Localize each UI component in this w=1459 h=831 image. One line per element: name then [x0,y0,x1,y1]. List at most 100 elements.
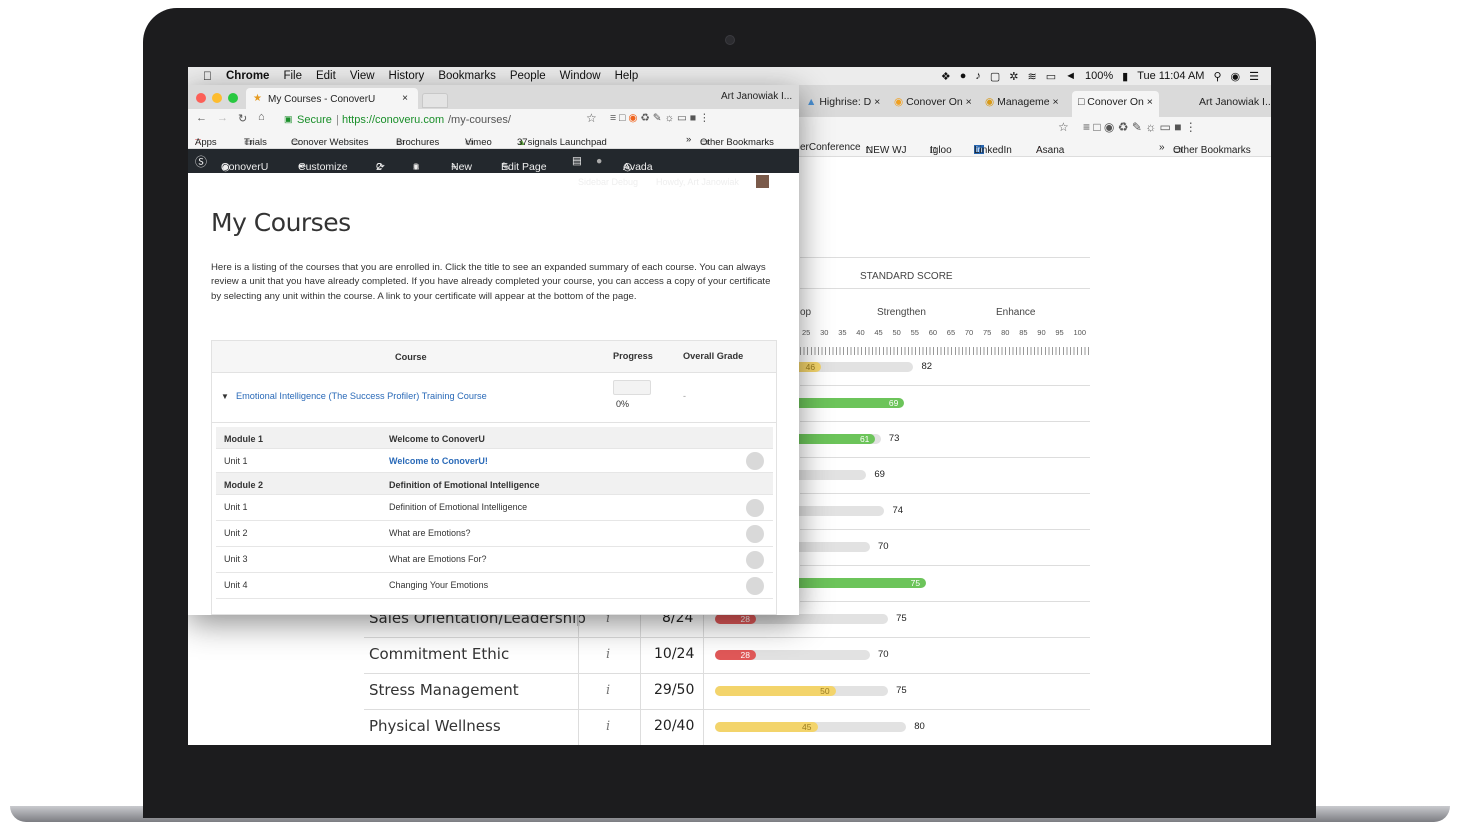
bookmark-star-icon[interactable]: ☆ [586,111,597,125]
info-icon[interactable]: i [606,683,610,698]
clock[interactable]: Tue 11:04 AM [1137,70,1204,82]
bookmarks-bar: ∷ Apps ▭ Trials ▭ Conover Websites ▭ Bro… [188,131,799,149]
howdy-link[interactable]: Howdy, Art Janowiak [656,177,739,187]
avatar[interactable] [756,175,769,188]
bg-tab-management[interactable]: ◉ Manageme × [979,91,1065,114]
col-overall-grade: Overall Grade [683,351,744,361]
display-icon[interactable]: ▭ [1046,70,1056,83]
menu-file[interactable]: File [283,70,302,82]
lock-icon: ▣ [284,114,293,124]
bg-bookmark-conference[interactable]: erConference [800,142,861,153]
tick-label: 90 [1037,328,1046,337]
menu-window[interactable]: Window [560,70,601,82]
reload-icon[interactable]: ↻ [238,112,247,125]
tick-label: 80 [1001,328,1010,337]
bg-profile-name[interactable]: Art Janowiak I... [1193,91,1271,114]
tab-close-icon[interactable]: × [402,93,408,104]
profile-name[interactable]: Art Janowiak I... [721,91,792,102]
home-icon[interactable]: ⌂ [258,111,265,123]
wp-avada-label: Avada [623,161,653,173]
volume-icon[interactable]: ◄ [1065,70,1076,82]
info-icon[interactable]: i [606,647,610,662]
row-separator [800,601,1090,602]
bg-tab-conover-1[interactable]: ◉ Conover On × [888,91,978,114]
score-end-value: 75 [896,685,907,696]
menu-help[interactable]: Help [615,70,639,82]
spotlight-icon[interactable]: ⚲ [1213,70,1221,83]
menu-edit[interactable]: Edit [316,70,336,82]
url-path: /my-courses/ [448,114,511,126]
bookmark-label: Other Bookmarks [1173,145,1251,156]
page-content: Sidebar Debug Howdy, Art Janowiak My Cou… [188,173,799,615]
band-enhance: Enhance [996,307,1036,318]
unit-row[interactable]: Unit 4 Changing Your Emotions [216,573,773,599]
score-end-value: 73 [888,433,900,444]
notification-icon[interactable]: ☰ [1249,70,1259,83]
menu-app-chrome[interactable]: Chrome [226,70,269,82]
mic-icon[interactable]: ♪ [975,70,981,82]
secure-label: Secure [297,114,332,126]
menu-bookmarks[interactable]: Bookmarks [438,70,496,82]
screenshot-icon[interactable]: ▢ [990,70,1000,83]
bookmark-star-icon[interactable]: ☆ [1058,120,1069,134]
dropbox-icon[interactable]: ❖ [941,70,951,83]
apple-icon[interactable]:  [203,69,212,83]
tab-my-courses[interactable]: ★ My Courses - ConoverU × [246,88,418,109]
module-title: Welcome to ConoverU [389,434,485,444]
score-end-value: 74 [892,505,904,516]
evernote-icon[interactable]: ● [960,70,967,82]
menu-view[interactable]: View [350,70,375,82]
siri-icon[interactable]: ◉ [1231,70,1241,83]
bg-bookmarks-chevron[interactable]: » [1159,142,1165,153]
new-tab-button[interactable] [422,93,448,108]
bluetooth-icon[interactable]: ✲ [1009,70,1018,83]
unit-label: Unit 4 [224,580,248,590]
battery-percent: 100% [1084,70,1114,82]
sidebar-debug-link[interactable]: Sidebar Debug [578,177,638,187]
battery-icon[interactable]: ▮ [1122,70,1128,83]
bg-tab-highrise[interactable]: ▲ Highrise: D × [800,91,886,114]
tick-label: 85 [1019,328,1028,337]
row-separator [800,565,1090,566]
extensions-icons[interactable]: ≡ □ ◉ ♻ ✎ ☼ ▭ ■ ⋮ [1083,120,1197,134]
bg-tab-conover-2[interactable]: □ Conover On × [1072,91,1159,117]
unit-row[interactable]: Unit 2 What are Emotions? [216,521,773,547]
unit-title[interactable]: Welcome to ConoverU! [389,456,488,466]
yoast-icon[interactable]: ▤ [572,155,582,167]
score-fill: 50 [715,686,836,696]
competency-name: Physical Wellness [369,717,501,735]
unit-row[interactable]: Unit 3 What are Emotions For? [216,547,773,573]
menu-people[interactable]: People [510,70,546,82]
tick-label: 95 [1055,328,1064,337]
zoom-window-icon[interactable] [228,93,238,103]
score-header-rule-2 [800,288,1090,289]
status-dot-icon[interactable]: ● [596,155,602,167]
completion-circle-icon [746,577,764,595]
completion-circle-icon [746,499,764,517]
minimize-window-icon[interactable] [212,93,222,103]
score-end-value: 80 [914,721,925,732]
extensions-icons[interactable]: ≡ □ ◉ ♻ ✎ ☼ ▭ ■ ⋮ [610,112,710,124]
back-icon[interactable]: ← [196,112,207,124]
url-field[interactable]: ▣ Secure | https://conoveru.com /my-cour… [278,111,598,129]
wordpress-icon[interactable]: Ⓢ [195,153,207,170]
bg-tab-label: Manageme [997,96,1050,108]
bookmark-label: Other Bookmarks [700,137,774,148]
forward-icon[interactable]: → [217,112,228,124]
tab-title: My Courses - ConoverU [268,94,376,105]
wifi-icon[interactable]: ≋ [1027,70,1036,83]
unit-row[interactable]: Unit 1 Welcome to ConoverU! [216,449,773,473]
expand-triangle-icon[interactable]: ▼ [221,392,229,401]
menu-history[interactable]: History [389,70,425,82]
bookmark-label: Trials [244,137,267,148]
info-icon[interactable]: i [606,719,610,734]
course-title-link[interactable]: Emotional Intelligence (The Success Prof… [236,391,487,401]
bookmarks-chevron[interactable]: » [686,134,691,145]
close-window-icon[interactable] [196,93,206,103]
module-row: Module 1 Welcome to ConoverU [216,427,773,449]
unit-title: What are Emotions For? [389,554,487,564]
bg-tab-label: Conover On [906,96,963,108]
score-end-value: 82 [921,361,933,372]
unit-row[interactable]: Unit 1 Definition of Emotional Intelligen… [216,495,773,521]
row-separator [800,493,1090,494]
